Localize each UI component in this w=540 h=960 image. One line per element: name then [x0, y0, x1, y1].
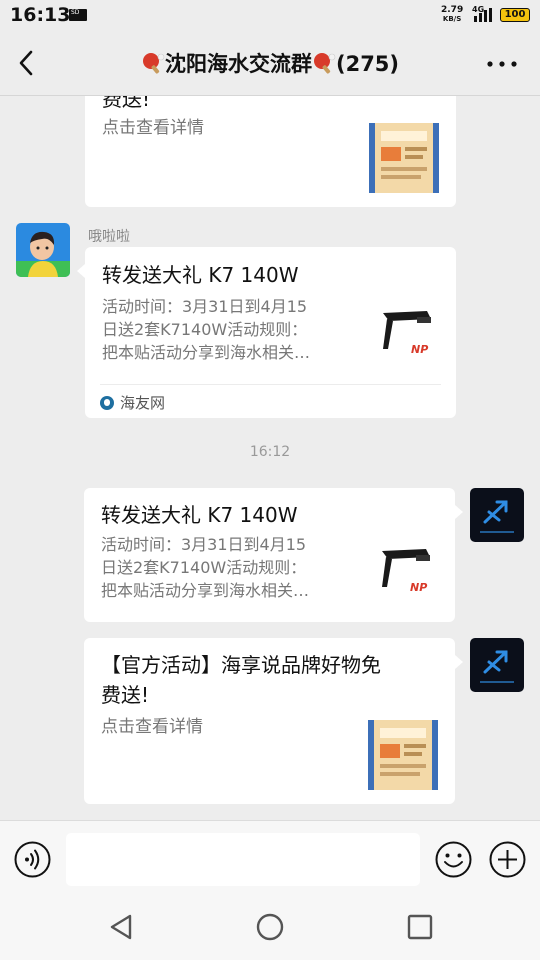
bubble-tail	[455, 505, 463, 519]
card-thumbnail: NP	[375, 305, 445, 375]
more-dots-icon[interactable]	[486, 60, 518, 68]
voice-icon[interactable]	[14, 841, 51, 878]
card-description: 点击查看详情	[102, 118, 204, 138]
link-card-message[interactable]: 转发送大礼 K7 140W 活动时间：3月31日到4月15 日送2套K7140W…	[85, 247, 456, 418]
card-description-line: 把本贴活动分享到海水相关…	[102, 343, 311, 362]
card-title-line: 【官方活动】海享说品牌好物免	[101, 653, 381, 677]
link-card-message[interactable]: 费送! 点击查看详情	[85, 96, 456, 207]
card-title-line: 费送!	[101, 683, 150, 707]
source-logo-icon	[100, 396, 114, 410]
sender-name: 哦啦啦	[88, 229, 130, 245]
system-nav-bar	[0, 898, 540, 960]
bubble-tail	[77, 264, 85, 278]
own-avatar[interactable]	[470, 488, 524, 542]
card-description-line: 把本贴活动分享到海水相关…	[101, 581, 310, 600]
card-source-name: 海友网	[120, 394, 166, 412]
message-timestamp: 16:12	[249, 444, 291, 460]
network-rate-unit: KB/S	[442, 15, 462, 23]
card-description-line: 活动时间：3月31日到4月15	[101, 535, 307, 554]
status-time: 16:13	[10, 4, 71, 26]
network-rate: 2.79 KB/S	[441, 6, 463, 24]
chat-title: 沈阳海水交流群 (275)	[60, 48, 480, 78]
card-title: 转发送大礼 K7 140W	[102, 263, 299, 287]
link-card-message[interactable]: 转发送大礼 K7 140W 活动时间：3月31日到4月15 日送2套K7140W…	[84, 488, 455, 622]
ping-pong-icon	[142, 53, 165, 74]
card-thumbnail: NP	[374, 543, 444, 613]
battery-icon: 100	[500, 8, 530, 22]
plus-icon[interactable]	[489, 841, 526, 878]
message-list[interactable]: 费送! 点击查看详情 哦啦啦 转发送大礼 K7 140W 活动时间：3月31日到…	[0, 96, 540, 820]
card-title: 费送!	[102, 96, 151, 111]
card-description-line: 活动时间：3月31日到4月15	[102, 297, 308, 316]
card-thumbnail	[369, 123, 439, 193]
svg-text:NP: NP	[411, 343, 428, 356]
circle-home-icon[interactable]	[255, 912, 285, 942]
emoji-icon[interactable]	[435, 841, 472, 878]
sd-card-icon: SD	[69, 9, 87, 21]
card-divider	[100, 384, 441, 385]
svg-text:NP: NP	[410, 581, 427, 594]
input-bar	[0, 820, 540, 898]
bubble-tail	[455, 655, 463, 669]
link-card-message[interactable]: 【官方活动】海享说品牌好物免 费送! 点击查看详情	[84, 638, 455, 804]
square-recent-icon[interactable]	[405, 912, 435, 942]
member-count: (275)	[335, 52, 400, 76]
sender-avatar[interactable]	[16, 223, 70, 277]
triangle-back-icon[interactable]	[106, 912, 136, 942]
chevron-left-icon[interactable]	[12, 48, 42, 78]
card-description: 点击查看详情	[101, 717, 203, 737]
card-title: 转发送大礼 K7 140W	[101, 503, 298, 527]
chat-header: 沈阳海水交流群 (275)	[0, 30, 540, 96]
card-description-line: 日送2套K7140W活动规则：	[102, 320, 308, 339]
ping-pong-icon	[313, 53, 336, 74]
network-rate-value: 2.79	[441, 5, 464, 15]
chat-title-text: 沈阳海水交流群	[164, 52, 312, 76]
message-input[interactable]	[66, 833, 420, 886]
status-bar: 16:13 SD 2.79 KB/S 4G 100	[0, 0, 540, 30]
card-description-line: 日送2套K7140W活动规则：	[101, 558, 307, 577]
card-source: 海友网	[100, 392, 165, 413]
signal-icon	[474, 8, 492, 22]
card-thumbnail	[368, 720, 438, 790]
own-avatar[interactable]	[470, 638, 524, 692]
